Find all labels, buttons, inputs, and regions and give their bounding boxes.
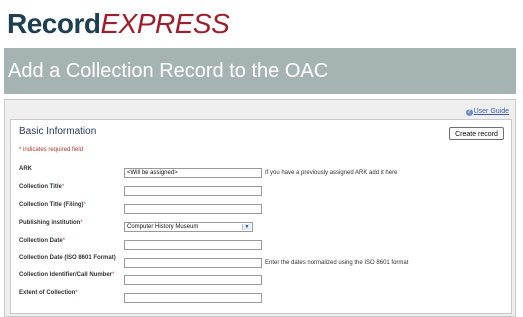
collection-date-label: Collection Date* bbox=[19, 238, 65, 244]
required-marker: * bbox=[75, 290, 78, 296]
collection-title-label-text: Collection Title bbox=[19, 184, 62, 190]
form-panel: ? User Guide Basic Information Create rec… bbox=[4, 99, 516, 317]
required-marker: * bbox=[83, 202, 86, 208]
required-field-note: * indicates required field bbox=[19, 147, 84, 153]
collection-date-iso-label: Collection Date (ISO 8601 Format) bbox=[19, 255, 116, 261]
ark-label: ARK bbox=[19, 166, 32, 172]
collection-title-input[interactable] bbox=[124, 186, 262, 196]
ark-label-text: ARK bbox=[19, 166, 32, 172]
required-marker: * bbox=[80, 220, 83, 226]
publishing-institution-label-text: Publishing institution bbox=[19, 220, 81, 226]
user-guide-label: User Guide bbox=[473, 108, 509, 115]
chevron-down-icon[interactable]: ▼ bbox=[242, 224, 251, 230]
collection-identifier-label: Collection Identifier/Call Number* bbox=[19, 272, 114, 278]
collection-title-filing-input[interactable] bbox=[124, 204, 262, 214]
collection-identifier-input[interactable] bbox=[124, 275, 262, 285]
required-marker: * bbox=[61, 184, 65, 190]
basic-information-section: Basic Information Create record * indica… bbox=[10, 119, 512, 314]
collection-date-iso-hint: Enter the dates normalized using the ISO… bbox=[265, 260, 409, 266]
ark-hint: If you have a previously assigned ARK ad… bbox=[265, 170, 398, 176]
collection-title-label: Collection Title* bbox=[19, 184, 64, 190]
ark-input[interactable]: <Will be assigned> bbox=[124, 168, 262, 178]
collection-date-iso-label-text: Collection Date (ISO 8601 Format) bbox=[19, 255, 116, 261]
section-title: Basic Information bbox=[19, 126, 97, 137]
extent-of-collection-label: Extent of Collection* bbox=[19, 290, 78, 296]
collection-date-label-text: Collection Date bbox=[19, 238, 63, 244]
required-marker: * bbox=[112, 272, 115, 278]
extent-of-collection-input[interactable] bbox=[124, 293, 262, 303]
page-title: Add a Collection Record to the OAC bbox=[4, 48, 516, 94]
create-record-button[interactable]: Create record bbox=[449, 127, 504, 140]
collection-title-filing-label: Collection Title (Filing)* bbox=[19, 202, 86, 208]
publishing-institution-select[interactable]: Computer History Museum ▼ bbox=[124, 222, 253, 232]
collection-date-input[interactable] bbox=[124, 240, 262, 250]
logo-record: Record bbox=[7, 8, 101, 39]
extent-of-collection-label-text: Extent of Collection bbox=[19, 290, 76, 296]
publishing-institution-value: Computer History Museum bbox=[127, 224, 199, 230]
publishing-institution-label: Publishing institution* bbox=[19, 220, 83, 226]
collection-title-filing-label-text: Collection Title (Filing) bbox=[19, 202, 84, 208]
required-marker: * bbox=[62, 238, 66, 244]
collection-date-iso-input[interactable] bbox=[124, 258, 262, 268]
help-icon: ? bbox=[465, 109, 473, 116]
collection-identifier-label-text: Collection Identifier/Call Number bbox=[19, 272, 113, 278]
record-express-logo: RecordEXPRESS bbox=[7, 8, 230, 40]
logo-express: EXPRESS bbox=[100, 8, 230, 39]
user-guide-link[interactable]: ? User Guide bbox=[465, 108, 509, 116]
